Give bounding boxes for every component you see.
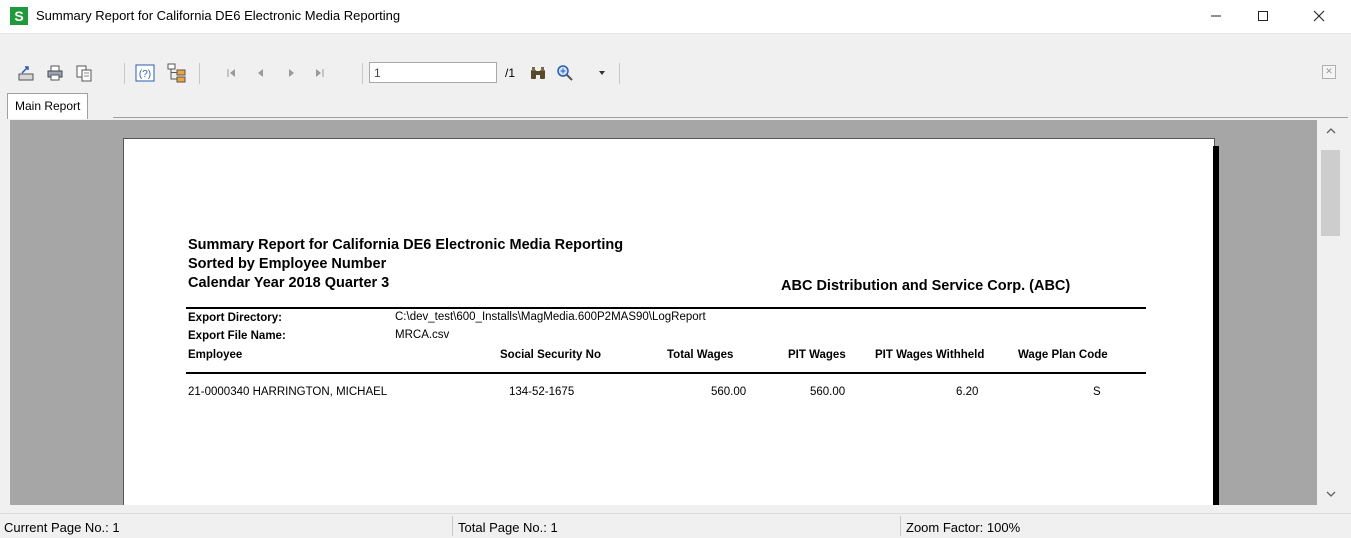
zoom-button[interactable]: [554, 62, 576, 84]
report-title: Summary Report for California DE6 Electr…: [188, 237, 624, 253]
first-page-button[interactable]: [220, 62, 242, 84]
next-page-button[interactable]: [280, 62, 302, 84]
binoculars-icon: [531, 67, 545, 79]
column-header-ssn: Social Security No: [500, 349, 601, 361]
toolbar-separator: [362, 63, 363, 84]
scroll-down-button[interactable]: [1318, 483, 1343, 505]
row-employee: 21-0000340 HARRINGTON, MICHAEL: [188, 386, 388, 398]
report-period-line: Calendar Year 2018 Quarter 3: [188, 275, 390, 291]
export-file-label: Export File Name:: [188, 330, 286, 342]
window-title: Summary Report for California DE6 Electr…: [36, 8, 401, 23]
chevron-down-icon: [599, 71, 605, 75]
report-preview-area: Summary Report for California DE6 Electr…: [10, 120, 1317, 505]
minimize-icon: [1211, 15, 1221, 17]
close-icon: [1313, 10, 1325, 22]
row-total-wages: 560.00: [711, 386, 747, 398]
column-header-rule: [186, 372, 1146, 374]
group-tree-button[interactable]: [166, 62, 188, 84]
minimize-button[interactable]: [1193, 0, 1239, 32]
column-header-employee: Employee: [188, 349, 243, 361]
page-total-label: /1: [505, 66, 516, 80]
last-page-icon: [316, 69, 324, 77]
next-page-icon: [289, 69, 294, 77]
chevron-up-icon: [1326, 128, 1335, 134]
export-directory-label: Export Directory:: [188, 312, 282, 324]
previous-page-icon: [258, 69, 263, 77]
column-header-pit-withheld: PIT Wages Withheld: [875, 349, 985, 361]
scroll-up-button[interactable]: [1318, 120, 1343, 142]
report-sort-line: Sorted by Employee Number: [188, 256, 387, 272]
header-rule: [186, 307, 1146, 309]
export-file-value: MRCA.csv: [395, 329, 450, 341]
page-shadow: [1213, 146, 1219, 505]
row-pit-wages: 560.00: [810, 386, 846, 398]
maximize-button[interactable]: [1240, 0, 1286, 32]
copy-icon: [76, 65, 92, 82]
maximize-icon: [1258, 11, 1268, 21]
column-header-pit-wages: PIT Wages: [788, 349, 846, 361]
total-page-status: Total Page No.: 1: [458, 520, 558, 535]
export-button[interactable]: [15, 62, 37, 84]
toolbar-separator: [199, 63, 200, 84]
zoom-dropdown-button[interactable]: [595, 62, 609, 84]
app-icon: S: [10, 7, 28, 25]
status-bar: Current Page No.: 1 Total Page No.: 1 Zo…: [0, 513, 1351, 538]
scrollbar-thumb[interactable]: [1321, 150, 1340, 236]
title-bar: S Summary Report for California DE6 Elec…: [0, 0, 1351, 34]
export-icon: [18, 66, 34, 81]
row-pit-withheld: 6.20: [956, 386, 979, 398]
find-button[interactable]: [527, 62, 549, 84]
status-divider: [900, 516, 901, 536]
close-button[interactable]: [1296, 0, 1342, 32]
first-page-icon: [227, 69, 235, 77]
help-icon: (?): [135, 64, 155, 82]
report-toolbar: (?) 1 /1 ✕: [0, 59, 1351, 89]
close-icon: ✕: [1325, 66, 1333, 76]
status-divider: [452, 516, 453, 536]
svg-text:(?): (?): [139, 69, 151, 80]
tab-main-report[interactable]: Main Report: [7, 93, 89, 119]
report-page: Summary Report for California DE6 Electr…: [123, 138, 1215, 505]
previous-page-button[interactable]: [250, 62, 272, 84]
toolbar-separator: [619, 63, 620, 84]
row-wage-plan: S: [1093, 386, 1101, 398]
help-button[interactable]: (?): [134, 62, 156, 84]
close-report-button[interactable]: ✕: [1322, 65, 1336, 79]
current-page-status: Current Page No.: 1: [4, 520, 120, 535]
tab-divider: [113, 117, 1348, 118]
group-tree-icon: [167, 63, 186, 83]
vertical-scrollbar[interactable]: [1318, 120, 1343, 505]
export-directory-value: C:\dev_test\600_Installs\MagMedia.600P2M…: [395, 311, 706, 323]
print-button[interactable]: [44, 62, 66, 84]
column-header-wage-plan: Wage Plan Code: [1018, 349, 1108, 361]
page-number-input[interactable]: 1: [369, 62, 497, 83]
toolbar-separator: [124, 63, 125, 84]
report-viewer-window: S Summary Report for California DE6 Elec…: [0, 0, 1351, 538]
company-name: ABC Distribution and Service Corp. (ABC): [781, 278, 1071, 294]
row-ssn: 134-52-1675: [509, 386, 575, 398]
printer-icon: [47, 65, 63, 81]
copy-button[interactable]: [73, 62, 95, 84]
last-page-button[interactable]: [309, 62, 331, 84]
chevron-down-icon: [1326, 491, 1335, 497]
zoom-factor-status: Zoom Factor: 100%: [906, 520, 1021, 535]
zoom-icon: [557, 65, 573, 81]
column-header-total-wages: Total Wages: [667, 349, 734, 361]
